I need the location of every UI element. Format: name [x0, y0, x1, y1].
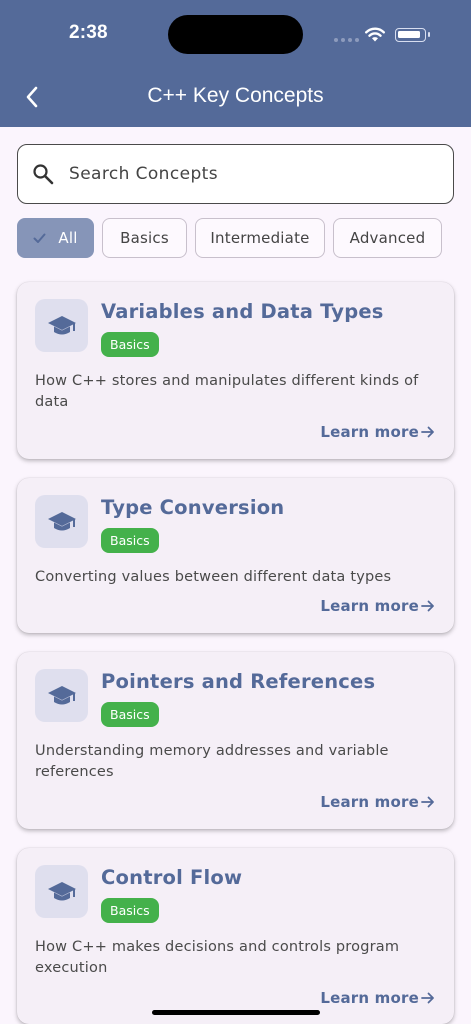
status-icons [334, 24, 434, 46]
concept-icon-box [35, 865, 88, 918]
learn-more-link[interactable]: Learn more [320, 793, 435, 811]
search-placeholder: Search Concepts [69, 164, 218, 184]
filter-chip-basics[interactable]: Basics [102, 218, 187, 258]
page-title: C++ Key Concepts [147, 84, 324, 107]
learn-more-link[interactable]: Learn more [320, 989, 435, 1007]
battery-icon [395, 28, 430, 42]
graduation-cap-icon [47, 881, 76, 900]
concept-title: Type Conversion [101, 496, 285, 519]
concept-card[interactable]: Type Conversion Basics Converting values… [17, 478, 454, 633]
filter-chip-advanced[interactable]: Advanced [333, 218, 442, 258]
arrow-right-icon [421, 796, 434, 808]
concept-description: Understanding memory addresses and varia… [35, 743, 389, 780]
concept-description: Converting values between different data… [35, 569, 392, 585]
filter-chip-label: Intermediate [210, 229, 310, 247]
learn-more-link[interactable]: Learn more [320, 423, 435, 441]
concept-card[interactable]: Pointers and References Basics Understan… [17, 652, 454, 829]
filter-chip-label: All [58, 229, 78, 247]
concept-card[interactable]: Control Flow Basics How C++ makes decisi… [17, 848, 454, 1024]
concept-card[interactable]: Variables and Data Types Basics How C++ … [17, 282, 454, 459]
filter-chip-intermediate[interactable]: Intermediate [195, 218, 325, 258]
home-indicator[interactable] [152, 1010, 320, 1015]
learn-more-label: Learn more [320, 793, 419, 811]
app-bar: 2:38 C++ Key Concepts [0, 0, 471, 127]
learn-more-label: Learn more [320, 423, 419, 441]
concept-title: Pointers and References [101, 670, 376, 693]
graduation-cap-icon [47, 315, 76, 334]
level-badge: Basics [101, 332, 159, 357]
dynamic-island [168, 15, 303, 54]
search-icon [33, 164, 54, 185]
concept-title: Variables and Data Types [101, 300, 384, 323]
graduation-cap-icon [47, 685, 76, 704]
filter-chip-all[interactable]: All [17, 218, 94, 258]
level-badge: Basics [101, 702, 159, 727]
concept-title: Control Flow [101, 866, 243, 889]
concept-description: How C++ stores and manipulates different… [35, 373, 419, 410]
check-icon [33, 233, 46, 243]
concept-icon-box [35, 495, 88, 548]
learn-more-label: Learn more [320, 597, 419, 615]
wifi-icon [365, 27, 385, 42]
level-badge: Basics [101, 528, 159, 553]
arrow-right-icon [421, 600, 434, 612]
filter-chip-label: Basics [120, 229, 169, 247]
arrow-right-icon [421, 992, 434, 1004]
concept-icon-box [35, 669, 88, 722]
cellular-icon [334, 38, 359, 42]
graduation-cap-icon [47, 511, 76, 530]
status-time: 2:38 [69, 22, 108, 43]
filter-chip-label: Advanced [349, 229, 426, 247]
concept-description: How C++ makes decisions and controls pro… [35, 939, 400, 976]
arrow-right-icon [421, 426, 434, 438]
learn-more-link[interactable]: Learn more [320, 597, 435, 615]
concept-icon-box [35, 299, 88, 352]
learn-more-label: Learn more [320, 989, 419, 1007]
level-badge: Basics [101, 898, 159, 923]
search-input[interactable]: Search Concepts [17, 144, 454, 204]
